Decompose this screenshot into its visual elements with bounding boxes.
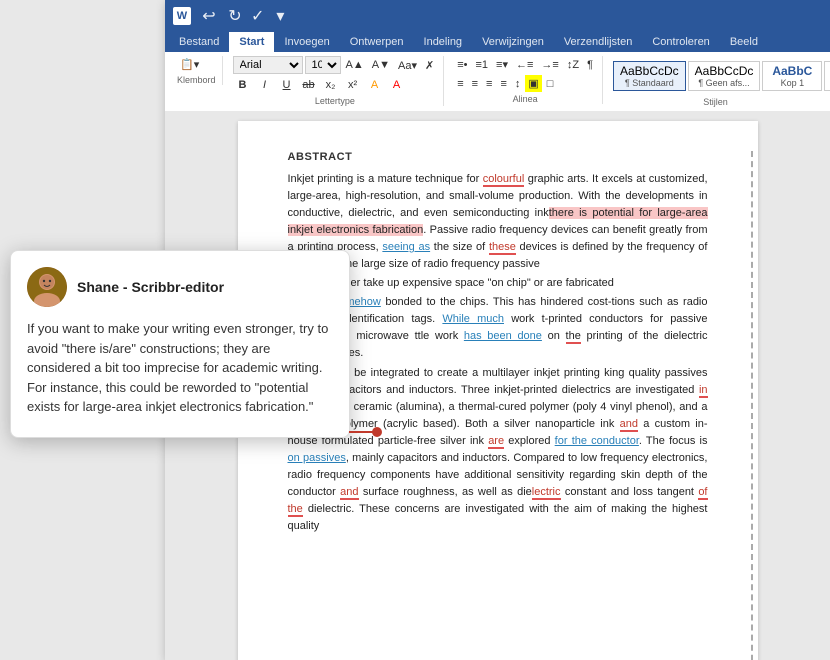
bold-button[interactable]: B [233,76,253,94]
paragraph-buttons: ≡• ≡1 ≡▾ ←≡ →≡ ↕Z ¶ [454,56,596,73]
tab-indeling[interactable]: Indeling [414,32,473,52]
format-buttons: B I U ab x₂ x² A A [233,76,407,94]
change-case-button[interactable]: Aa▾ [395,57,420,74]
style-no-spacing[interactable]: AaBbCcDc ¶ Geen afs... [688,61,761,91]
title-bar-controls: ↩ ↻ ✓ ▾ [199,6,290,26]
text-18: surface roughness, as well as die [359,486,532,498]
grow-font-button[interactable]: A▲ [343,57,367,73]
comment-body: If you want to make your writing even st… [27,319,333,417]
customize-button[interactable]: ▾ [270,6,290,26]
and-text: and [620,418,638,432]
text-15: explored [504,435,555,447]
these-text: these [489,241,516,255]
tab-start[interactable]: Start [229,32,274,52]
document-body-2: that they either take up expensive space… [288,275,708,292]
strikethrough-button[interactable]: ab [299,76,319,94]
font-family-select[interactable]: Arial [233,56,303,74]
increase-indent-button[interactable]: →≡ [538,57,561,73]
seeing-as-text: seeing as [382,241,430,253]
document-body-4: ctric need to be integrated to create a … [288,365,708,535]
shrink-font-button[interactable]: A▼ [369,57,393,73]
tab-verwijzingen[interactable]: Verwijzingen [472,32,554,52]
text-20: dielectric. These concerns are investiga… [288,503,708,532]
tab-controleren[interactable]: Controleren [642,32,719,52]
colourful-word: colourful [483,173,525,187]
tab-ontwerpen[interactable]: Ontwerpen [340,32,414,52]
styles-group: AaBbCcDc ¶ Standaard AaBbCcDc ¶ Geen afs… [607,56,824,107]
underline-button[interactable]: U [277,76,297,94]
style-normal[interactable]: AaBbCcDc ¶ Standaard [613,61,686,91]
save-icon[interactable]: ✓ [251,6,264,26]
tab-beeld[interactable]: Beeld [720,32,768,52]
text-19: constant and loss tangent [561,486,699,498]
comment-author: Shane - Scribbr-editor [77,279,224,295]
decrease-indent-button[interactable]: ←≡ [513,57,536,73]
shading-button[interactable]: ▣ [525,75,541,92]
clipboard-label: Klembord [177,75,216,85]
has-been-done-text: has been done [464,330,542,342]
avatar [27,267,67,307]
tab-bestand[interactable]: Bestand [169,32,229,52]
text-before-colourful: Inkjet printing is a mature technique fo… [288,173,483,185]
for-the-conductor-text: for the conductor [555,435,639,447]
on-passives-text: on passives [288,452,346,464]
text-9: on [542,330,566,342]
font-size-select[interactable]: 10 [305,56,341,74]
align-left-button[interactable]: ≡ [454,76,466,92]
comment-header: Shane - Scribbr-editor [27,267,333,307]
clipboard-buttons: 📋▾ [177,56,202,73]
clipboard-group: 📋▾ Klembord [171,56,223,85]
styles-gallery: AaBbCcDc ¶ Standaard AaBbCcDc ¶ Geen afs… [613,56,830,95]
bullets-button[interactable]: ≡• [454,57,470,73]
tab-invoegen[interactable]: Invoegen [274,32,339,52]
are-text: are [488,435,504,449]
paragraph-group: ≡• ≡1 ≡▾ ←≡ →≡ ↕Z ¶ ≡ ≡ ≡ ≡ ↕ ▣ □ Alinea [448,56,603,104]
comment-popup: Shane - Scribbr-editor If you want to ma… [10,250,350,438]
text-12: capacitors and inductors. Three inkjet-p… [327,384,699,396]
font-group: Arial 10 A▲ A▼ Aa▾ ✗ B I U ab x₂ x² A A [227,56,445,106]
show-formatting-button[interactable]: ¶ [584,57,596,73]
the-text: the [566,330,581,344]
align-center-button[interactable]: ≡ [469,76,481,92]
italic-button[interactable]: I [255,76,275,94]
style-heading2[interactable]: AaBbC Kop 2 [824,61,830,91]
title-bar: W ↩ ↻ ✓ ▾ [165,0,830,32]
and2-text: and [340,486,358,500]
paste-button[interactable]: 📋▾ [177,56,202,73]
line-spacing-button[interactable]: ↕ [512,76,524,92]
styles-label: Stijlen [703,97,728,107]
undo-button[interactable]: ↩ [199,6,219,26]
redo-button[interactable]: ↻ [225,6,245,26]
sort-button[interactable]: ↕Z [564,57,582,73]
superscript-button[interactable]: x² [343,76,363,94]
while-much-text: While much [442,313,504,325]
align-right-button[interactable]: ≡ [483,76,495,92]
tab-verzendlijsten[interactable]: Verzendlijsten [554,32,643,52]
document-body: Inkjet printing is a mature technique fo… [288,171,708,273]
style-heading1[interactable]: AaBbC Kop 1 [762,61,822,91]
word-icon: W [173,7,191,25]
connector-dot [372,427,382,437]
multilevel-button[interactable]: ≡▾ [493,56,511,73]
clear-format-button[interactable]: ✗ [422,57,437,74]
text-3: the size of [430,241,489,253]
justify-button[interactable]: ≡ [497,76,509,92]
comment-margin-line [751,151,753,660]
font-controls: Arial 10 A▲ A▼ Aa▾ ✗ [233,56,438,74]
text-highlight-button[interactable]: A [365,76,385,94]
text-11: ctric need to be integrated to create a … [288,367,708,379]
ribbon-content: 📋▾ Klembord Arial 10 A▲ A▼ Aa▾ ✗ B I U [165,52,830,111]
document-body-3: rate and somehow bonded to the chips. Th… [288,294,708,362]
font-label: Lettertype [315,96,355,106]
text-16: . The focus is [639,435,708,447]
paragraph-label: Alinea [513,94,538,104]
subscript-button[interactable]: x₂ [321,76,341,94]
font-color-button[interactable]: A [387,76,407,94]
border-button[interactable]: □ [544,76,557,92]
ribbon-tabs: Bestand Start Invoegen Ontwerpen Indelin… [165,32,830,52]
abstract-title: ABSTRACT [288,151,708,163]
alignment-buttons: ≡ ≡ ≡ ≡ ↕ ▣ □ [454,75,556,92]
numbering-button[interactable]: ≡1 [472,57,491,73]
dielectric-underline: lectric [532,486,561,500]
